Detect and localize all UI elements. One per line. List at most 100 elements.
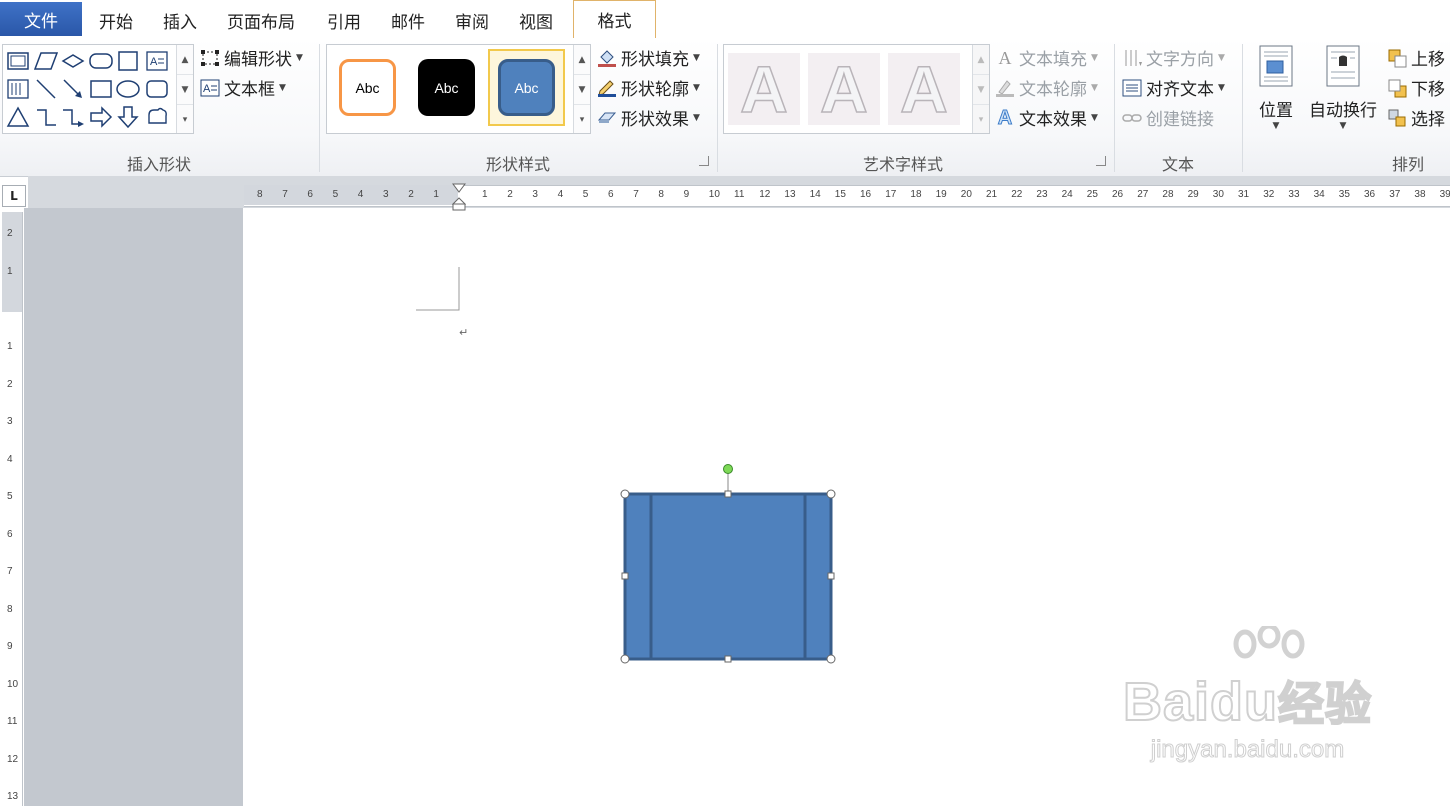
diamond-shape-icon[interactable] bbox=[61, 49, 85, 73]
tab-review[interactable]: 审阅 bbox=[455, 8, 489, 33]
shape-fill-button[interactable]: 形状填充 ▼ bbox=[597, 45, 700, 70]
wordart-styles-gallery[interactable]: A A A ▲ ▼ ▾ bbox=[723, 44, 990, 134]
ruler-number: 28 bbox=[1162, 189, 1174, 200]
shape-outline-label: 形状轮廓 bbox=[621, 80, 689, 100]
text-group-label: 文本 bbox=[1161, 155, 1194, 174]
callout-shape-icon[interactable] bbox=[145, 105, 169, 129]
text-outline-button[interactable]: 文本轮廓 ▼ bbox=[995, 75, 1098, 100]
wrap-text-button[interactable]: 自动换行 ▼ bbox=[1306, 44, 1380, 131]
shape-effects-button[interactable]: 形状效果 ▼ bbox=[597, 105, 700, 130]
selected-shape[interactable] bbox=[616, 460, 840, 666]
align-text-button[interactable]: 对齐文本 ▼ bbox=[1122, 75, 1225, 100]
square-shape-icon[interactable] bbox=[116, 49, 140, 73]
selection-pane-label: 选择 bbox=[1411, 110, 1445, 130]
position-button[interactable]: 位置 ▼ bbox=[1255, 44, 1297, 131]
dialog-launcher-icon[interactable] bbox=[699, 156, 709, 166]
style-swatch-orange-outline[interactable]: Abc bbox=[339, 59, 396, 116]
shapes-gallery-scrollbar[interactable]: ▲ ▼ ▾ bbox=[176, 45, 193, 133]
ruler-number: 8 bbox=[658, 189, 664, 200]
ruler-number: 1 bbox=[433, 189, 439, 200]
wordart-style-2[interactable]: A bbox=[808, 51, 880, 127]
create-link-button[interactable]: 创建链接 bbox=[1122, 105, 1214, 130]
ruler-number: 5 bbox=[332, 189, 339, 200]
tab-references[interactable]: 引用 bbox=[327, 8, 361, 33]
ruler-number: 6 bbox=[608, 189, 614, 200]
tab-mailings[interactable]: 邮件 bbox=[391, 8, 425, 33]
dropdown-arrow-icon: ▼ bbox=[1272, 121, 1280, 131]
tab-page-layout[interactable]: 页面布局 bbox=[227, 8, 295, 33]
chain-link-icon bbox=[1122, 113, 1142, 122]
triangle-shape-icon[interactable] bbox=[6, 105, 30, 129]
ruler-number: 21 bbox=[986, 189, 998, 200]
bring-forward-icon bbox=[1388, 49, 1407, 67]
shape-styles-gallery[interactable]: Abc Abc Abc ▲ ▼ ▾ bbox=[326, 44, 591, 134]
tab-file[interactable]: 文件 bbox=[0, 2, 82, 36]
rounded-square-shape-icon[interactable] bbox=[145, 77, 169, 101]
selection-pane-icon bbox=[1388, 109, 1406, 126]
dropdown-arrow-icon: ▼ bbox=[1339, 121, 1347, 131]
tab-selector-button[interactable]: L bbox=[2, 185, 26, 207]
scroll-down-icon[interactable]: ▼ bbox=[177, 75, 193, 105]
arrow-line-shape-icon[interactable] bbox=[61, 77, 85, 101]
tab-view[interactable]: 视图 bbox=[519, 8, 553, 33]
text-box-button[interactable]: A 文本框 ▼ bbox=[200, 75, 286, 100]
shape-outline-button[interactable]: 形状轮廓 ▼ bbox=[597, 75, 700, 100]
ruler-number: 7 bbox=[633, 189, 639, 200]
rounded-rect-shape-icon[interactable] bbox=[89, 49, 113, 73]
wordart-gallery-scrollbar[interactable]: ▲ ▼ ▾ bbox=[972, 45, 989, 133]
send-backward-button[interactable]: 下移 bbox=[1387, 75, 1445, 100]
tab-insert[interactable]: 插入 bbox=[163, 8, 197, 33]
text-direction-button[interactable]: 文字方向 ▼ bbox=[1122, 45, 1225, 70]
tab-format[interactable]: 格式 bbox=[573, 0, 656, 38]
elbow-arrow-connector-icon[interactable] bbox=[61, 105, 85, 129]
svg-text:A: A bbox=[150, 56, 158, 68]
more-icon[interactable]: ▾ bbox=[177, 105, 193, 134]
ruler-number: 30 bbox=[1212, 189, 1224, 200]
oval-shape-icon[interactable] bbox=[116, 77, 140, 101]
scroll-up-icon[interactable]: ▲ bbox=[177, 45, 193, 75]
shape-body bbox=[623, 492, 833, 661]
shapes-gallery[interactable]: A ▲ ▼ ▾ bbox=[2, 44, 194, 134]
ruler-number: 4 bbox=[357, 189, 364, 200]
text-fill-button[interactable]: A 文本填充 ▼ bbox=[995, 45, 1098, 71]
more-icon[interactable]: ▾ bbox=[574, 105, 590, 134]
rect-outline-shape-icon[interactable] bbox=[89, 77, 113, 101]
line-shape-icon[interactable] bbox=[34, 77, 58, 101]
down-arrow-shape-icon[interactable] bbox=[116, 105, 140, 129]
scroll-down-icon[interactable]: ▼ bbox=[973, 75, 989, 105]
ruler-number: 18 bbox=[910, 189, 922, 200]
wrap-text-icon bbox=[1326, 45, 1360, 87]
scroll-down-icon[interactable]: ▼ bbox=[574, 75, 590, 105]
wordart-style-3[interactable]: A bbox=[888, 51, 960, 127]
resize-handle-br bbox=[826, 654, 836, 664]
rectangle-shape-icon[interactable] bbox=[6, 49, 30, 73]
ruler-number: 9 bbox=[7, 641, 13, 652]
textbox-shape-icon[interactable]: A bbox=[145, 49, 169, 73]
ruler-number: 36 bbox=[1364, 189, 1376, 200]
ruler-number: 13 bbox=[784, 189, 796, 200]
indent-marker-icon[interactable] bbox=[452, 183, 466, 211]
dialog-launcher-icon[interactable] bbox=[1096, 156, 1106, 166]
elbow-connector-icon[interactable] bbox=[34, 105, 58, 129]
edit-shape-button[interactable]: 编辑形状 ▼ bbox=[200, 45, 303, 70]
style-swatch-blue[interactable]: Abc bbox=[498, 59, 555, 116]
scroll-up-icon[interactable]: ▲ bbox=[973, 45, 989, 75]
style-gallery-scrollbar[interactable]: ▲ ▼ ▾ bbox=[573, 45, 590, 133]
dropdown-arrow-icon: ▼ bbox=[296, 52, 303, 63]
ruler-number: 7 bbox=[282, 189, 288, 200]
bring-forward-button[interactable]: 上移 bbox=[1387, 45, 1445, 70]
scroll-up-icon[interactable]: ▲ bbox=[574, 45, 590, 75]
dropdown-arrow-icon: ▼ bbox=[279, 82, 286, 93]
parallelogram-shape-icon[interactable] bbox=[34, 49, 58, 73]
wordart-style-1[interactable]: A bbox=[728, 51, 800, 127]
more-icon[interactable]: ▾ bbox=[973, 105, 989, 134]
style-swatch-black[interactable]: Abc bbox=[418, 59, 475, 116]
edit-shape-icon bbox=[201, 49, 219, 66]
text-outline-icon bbox=[996, 79, 1014, 97]
selection-pane-button[interactable]: 选择 bbox=[1387, 105, 1445, 130]
vertical-textbox-icon[interactable] bbox=[6, 77, 30, 101]
text-effects-button[interactable]: A 文本效果 ▼ bbox=[995, 105, 1098, 130]
tab-home[interactable]: 开始 bbox=[99, 8, 133, 33]
ruler-number: 11 bbox=[734, 189, 745, 200]
right-arrow-shape-icon[interactable] bbox=[89, 105, 113, 129]
